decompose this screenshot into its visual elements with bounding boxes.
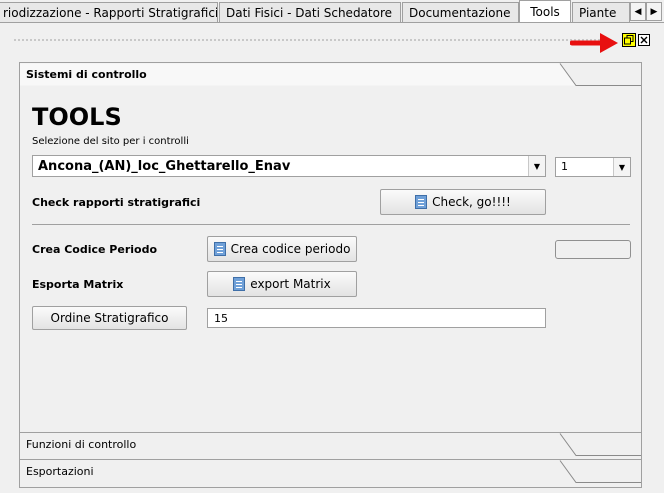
- site-select-value: Ancona_(AN)_loc_Ghettarello_Enav: [38, 159, 291, 174]
- chevron-down-icon: ▼: [613, 158, 630, 176]
- section-title: Esportazioni: [26, 465, 94, 478]
- tab-tools[interactable]: Tools: [519, 0, 571, 22]
- document-icon: [233, 277, 246, 291]
- separator: [32, 224, 630, 225]
- site-selection-label: Selezione del sito per i controlli: [32, 136, 189, 147]
- ordine-stratigrafico-button[interactable]: Ordine Stratigrafico: [32, 306, 187, 330]
- crea-codice-label: Crea Codice Periodo: [32, 243, 158, 256]
- page-title: TOOLS: [32, 103, 122, 131]
- tab-documentazione[interactable]: Documentazione: [402, 2, 519, 22]
- tab-periodizzazione[interactable]: riodizzazione - Rapporti Stratigrafici: [0, 2, 218, 22]
- number-select[interactable]: 1 ▼: [555, 157, 631, 177]
- site-select[interactable]: Ancona_(AN)_loc_Ghettarello_Enav ▼: [32, 155, 546, 177]
- restore-icon[interactable]: [622, 33, 636, 47]
- esporta-matrix-label: Esporta Matrix: [32, 278, 124, 291]
- crea-codice-button-label: Crea codice periodo: [230, 242, 351, 256]
- crea-codice-periodo-button[interactable]: Crea codice periodo: [207, 236, 357, 262]
- section-esportazioni[interactable]: Esportazioni: [20, 459, 641, 483]
- check-rapporti-label: Check rapporti stratigrafici: [32, 196, 201, 209]
- section-sistemi-di-controllo[interactable]: Sistemi di controllo: [20, 63, 641, 86]
- tools-panel: Sistemi di controllo TOOLS Selezione del…: [19, 62, 642, 488]
- tab-piante[interactable]: Piante: [572, 2, 630, 22]
- red-arrow-icon: [570, 33, 618, 53]
- export-matrix-button[interactable]: export Matrix: [207, 271, 357, 297]
- dock-drag-handle[interactable]: [14, 39, 604, 42]
- section-title: Sistemi di controllo: [26, 68, 147, 81]
- document-icon: [213, 242, 226, 256]
- tab-bar: riodizzazione - Rapporti Stratigrafici D…: [0, 0, 664, 23]
- close-icon[interactable]: [638, 34, 650, 46]
- export-matrix-label: export Matrix: [250, 277, 331, 291]
- chevron-down-icon: ▼: [528, 156, 545, 176]
- ordine-stratigrafico-label: Ordine Stratigrafico: [50, 311, 169, 325]
- tab-dati-fisici[interactable]: Dati Fisici - Dati Schedatore: [219, 2, 401, 22]
- app-window: riodizzazione - Rapporti Stratigrafici D…: [0, 0, 664, 493]
- number-select-value: 1: [561, 160, 568, 173]
- tab-scroll-left-icon[interactable]: ◀: [630, 2, 646, 21]
- check-go-label: Check, go!!!!: [432, 195, 511, 209]
- ordine-value-field[interactable]: 15: [207, 308, 546, 328]
- tab-scroll-right-icon[interactable]: ▶: [646, 2, 662, 21]
- document-icon: [415, 195, 428, 209]
- section-title: Funzioni di controllo: [26, 438, 137, 451]
- section-funzioni-di-controllo[interactable]: Funzioni di controllo: [20, 432, 641, 456]
- check-go-button[interactable]: Check, go!!!!: [380, 189, 546, 215]
- codice-periodo-field[interactable]: [555, 240, 631, 259]
